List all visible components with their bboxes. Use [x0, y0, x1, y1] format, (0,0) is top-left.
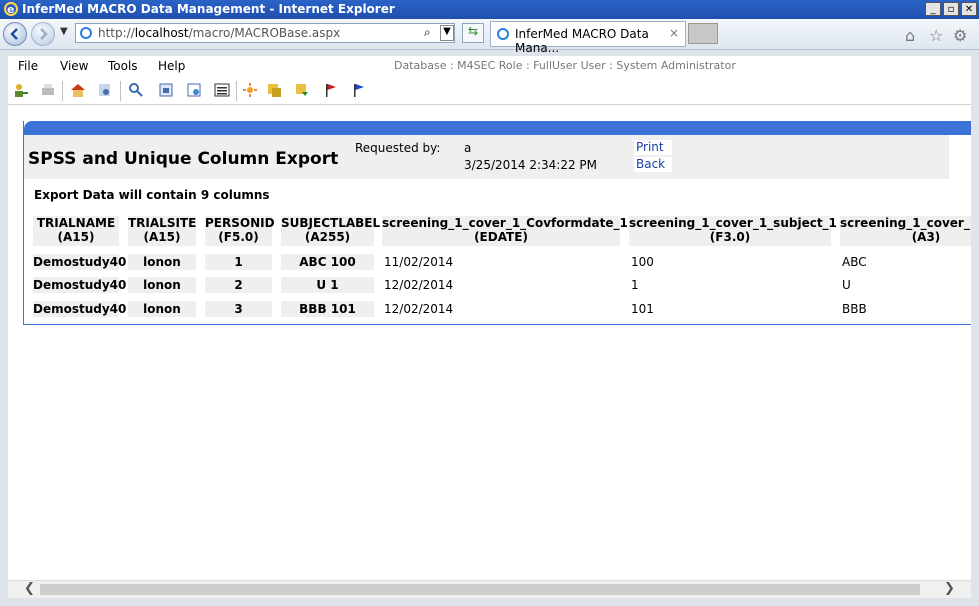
table-cell: ABC 100 [281, 254, 374, 270]
back-nav-button[interactable] [3, 22, 27, 46]
blue-flag-icon[interactable] [351, 82, 367, 98]
window-title-bar: e InferMed MACRO Data Management - Inter… [0, 0, 979, 19]
menu-help[interactable]: Help [158, 59, 185, 73]
address-url: http://localhost/macro/MACROBase.aspx [98, 26, 341, 40]
table-cell: 101 [631, 301, 654, 317]
forward-arrow-icon [40, 28, 48, 40]
table-header-cell: screening_1_cover_1_Covformdate_1 (EDATE) [382, 216, 628, 246]
address-dropdown-icon[interactable]: ▼ [440, 25, 454, 41]
forward-nav-button[interactable] [31, 22, 55, 46]
sun-icon[interactable] [242, 82, 258, 98]
minimize-button[interactable]: _ [925, 2, 941, 16]
favorites-star-icon[interactable]: ☆ [929, 26, 943, 45]
browser-tab[interactable]: InferMed MACRO Data Mana... × [490, 21, 686, 55]
refresh-button[interactable]: ⇆ [462, 23, 484, 43]
table-cell: 11/02/2014 [384, 254, 454, 270]
requested-by-label: Requested by: [355, 141, 441, 155]
window-title: InferMed MACRO Data Management - Interne… [22, 2, 395, 16]
panel-header-bar [24, 121, 971, 135]
scroll-left-icon[interactable]: ❮ [24, 581, 35, 596]
table-cell: Demostudy40 [33, 301, 127, 317]
svg-text:e: e [7, 3, 14, 16]
import-grid-icon[interactable] [294, 82, 310, 98]
menu-file[interactable]: File [18, 59, 38, 73]
requested-by-value: a [464, 141, 472, 155]
home-page-icon[interactable] [70, 82, 86, 98]
address-bar[interactable]: http://localhost/macro/MACROBase.aspx ⌕ … [75, 23, 455, 43]
home-icon[interactable]: ⌂ [905, 26, 915, 45]
page-title: SPSS and Unique Column Export [28, 149, 339, 169]
table-cell: Demostudy40 [33, 254, 127, 270]
back-link[interactable]: Back [634, 157, 672, 172]
data-entry-icon[interactable] [158, 82, 174, 98]
table-header-cell: PERSONID (F5.0) [205, 216, 275, 246]
ie-logo-icon: e [4, 2, 18, 16]
table-cell: BBB [842, 301, 867, 317]
table-cell: BBB 101 [281, 301, 374, 317]
tab-ie-icon [497, 28, 509, 40]
table-cell: 100 [631, 254, 654, 270]
table-cell: 1 [631, 277, 639, 293]
history-dropdown-icon[interactable]: ▼ [60, 26, 68, 37]
tab-title: InferMed MACRO Data Mana... [515, 27, 649, 55]
table-cell: lonon [128, 277, 196, 293]
subject-search-icon[interactable] [97, 82, 113, 98]
table-cell: lonon [128, 254, 196, 270]
table-header-cell: screening_1_cover_1 (A3) [840, 216, 971, 246]
search-icon[interactable]: ⌕ [424, 25, 431, 40]
requested-date: 3/25/2014 2:34:22 PM [464, 158, 598, 172]
menu-view[interactable]: View [60, 59, 88, 73]
menu-tools[interactable]: Tools [108, 59, 138, 73]
table-cell: lonon [128, 301, 196, 317]
app-menu-bar: File View Tools Help Database : M4SEC Ro… [8, 56, 971, 78]
column-count-text: Export Data will contain 9 columns [34, 188, 270, 202]
table-header-cell: SUBJECTLABEL (A255) [281, 216, 381, 246]
table-cell: 12/02/2014 [384, 277, 454, 293]
table-cell: 3 [205, 301, 272, 317]
new-tab-button[interactable] [688, 23, 718, 44]
scroll-right-icon[interactable]: ❯ [944, 581, 955, 596]
table-cell: 12/02/2014 [384, 301, 454, 317]
print-link[interactable]: Print [634, 140, 672, 155]
table-header-cell: TRIALNAME (A15) [33, 216, 119, 246]
table-cell: U [842, 277, 851, 293]
gear-icon[interactable]: ⚙ [953, 26, 967, 45]
ie-page-icon [80, 27, 92, 39]
table-header-cell: TRIALSITE (A15) [128, 216, 197, 246]
table-header-cell: screening_1_cover_1_subject_1 (F3.0) [629, 216, 837, 246]
session-info: Database : M4SEC Role : FullUser User : … [394, 59, 736, 72]
table-cell: ABC [842, 254, 867, 270]
export-grid-icon[interactable] [266, 82, 282, 98]
app-toolbar [8, 78, 971, 105]
red-flag-icon[interactable] [323, 82, 339, 98]
list-view-icon[interactable] [214, 82, 230, 98]
export-panel: SPSS and Unique Column Export Requested … [23, 121, 971, 325]
scroll-thumb[interactable] [40, 584, 920, 595]
tab-close-icon[interactable]: × [669, 26, 679, 40]
maximize-button[interactable]: ▫ [943, 2, 959, 16]
table-cell: 1 [205, 254, 272, 270]
print-icon[interactable] [40, 82, 56, 98]
table-cell: U 1 [281, 277, 374, 293]
magnifier-icon[interactable] [128, 82, 144, 98]
back-arrow-icon [10, 28, 18, 40]
table-cell: Demostudy40 [33, 277, 127, 293]
horizontal-scrollbar[interactable]: ❮ ❯ [8, 580, 971, 598]
page-content: SPSS and Unique Column Export Requested … [8, 105, 971, 580]
add-subject-icon[interactable] [12, 82, 28, 98]
schedule-icon[interactable] [186, 82, 202, 98]
table-cell: 2 [205, 277, 272, 293]
close-window-button[interactable]: ✕ [961, 2, 977, 16]
